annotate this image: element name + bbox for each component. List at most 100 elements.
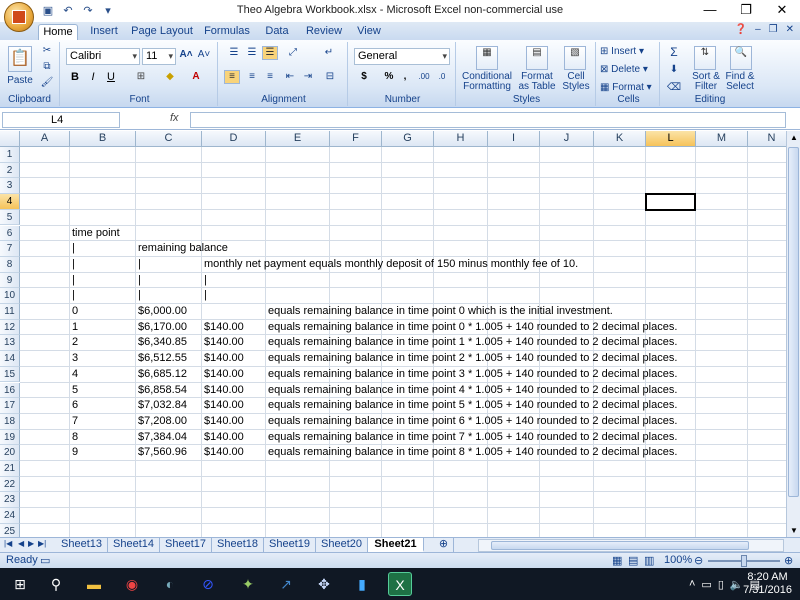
tab-formulas[interactable]: Formulas (200, 24, 254, 40)
cell-B20[interactable]: 9 (70, 445, 78, 460)
row-header-25[interactable]: 25 (0, 523, 20, 537)
network-icon[interactable]: ▭ (701, 578, 711, 591)
cell-C13[interactable]: $6,340.85 (136, 335, 187, 350)
delete-cells-button[interactable]: ⊠ Delete ▾ (600, 65, 656, 75)
cell-D12[interactable]: $140.00 (202, 320, 244, 335)
cell-C14[interactable]: $6,512.55 (136, 351, 187, 366)
cell-E20[interactable]: equals remaining balance in time point 8… (266, 445, 677, 460)
cell-B11[interactable]: 0 (70, 304, 78, 319)
select-all-corner[interactable] (0, 131, 20, 147)
row-header-8[interactable]: 8 (0, 256, 20, 273)
clear-icon[interactable]: ⌫ (666, 83, 682, 93)
app-icon-6[interactable]: ▮ (350, 572, 374, 596)
column-header-H[interactable]: H (434, 131, 488, 147)
row-header-6[interactable]: 6 (0, 225, 20, 242)
cell-D18[interactable]: $140.00 (202, 414, 244, 429)
row-header-13[interactable]: 13 (0, 335, 20, 352)
row-header-16[interactable]: 16 (0, 382, 20, 399)
cell-E11[interactable]: equals remaining balance in time point 0… (266, 304, 613, 319)
app-icon-1[interactable]: ◐ (158, 572, 182, 596)
ribbon-close-icon[interactable]: ✕ (786, 24, 794, 35)
format-painter-icon[interactable]: 🖌 (40, 78, 54, 88)
tab-page-layout[interactable]: Page Layout (130, 24, 194, 40)
power-icon[interactable]: ▯ (718, 578, 724, 591)
sheet-tab-sheet18[interactable]: Sheet18 (212, 538, 264, 552)
row-header-17[interactable]: 17 (0, 398, 20, 414)
sort-filter-button[interactable]: Sort & Filter (686, 72, 726, 92)
number-format-select[interactable]: General (354, 48, 450, 65)
column-header-J[interactable]: J (540, 131, 594, 147)
cell-B12[interactable]: 1 (70, 320, 78, 335)
merge-center-icon[interactable]: ⊟ (320, 72, 340, 82)
cell-B10[interactable]: | (70, 288, 75, 303)
page-break-view-icon[interactable]: ▥ (644, 554, 654, 567)
column-header-E[interactable]: E (266, 131, 330, 147)
borders-icon[interactable]: ⊞ (132, 72, 150, 82)
row-header-23[interactable]: 23 (0, 492, 20, 509)
grow-font-icon[interactable]: A˄ (178, 50, 194, 60)
cell-C12[interactable]: $6,170.00 (136, 320, 187, 335)
bold-button[interactable]: B (68, 72, 82, 83)
cell-E13[interactable]: equals remaining balance in time point 1… (266, 335, 677, 350)
column-header-I[interactable]: I (488, 131, 540, 147)
insert-function-icon[interactable]: fx (170, 112, 179, 124)
name-box[interactable]: L4 (2, 112, 120, 128)
cell-C15[interactable]: $6,685.12 (136, 367, 187, 382)
sheet-tab-sheet19[interactable]: Sheet19 (264, 538, 316, 552)
italic-button[interactable]: I (86, 72, 100, 83)
row-header-12[interactable]: 12 (0, 319, 20, 336)
percent-button[interactable]: % (382, 72, 396, 82)
cell-B18[interactable]: 7 (70, 414, 78, 429)
currency-button[interactable]: $ (356, 72, 372, 82)
volume-icon[interactable]: 🔈 (730, 578, 744, 591)
scroll-down-icon[interactable]: ▼ (790, 526, 798, 535)
cell-E15[interactable]: equals remaining balance in time point 3… (266, 367, 677, 382)
cell-E14[interactable]: equals remaining balance in time point 2… (266, 351, 677, 366)
paste-button[interactable]: Paste (4, 76, 36, 86)
cell-B7[interactable]: | (70, 241, 75, 256)
tray-expand-icon[interactable]: ˄ (689, 578, 695, 590)
shrink-font-icon[interactable]: A˅ (196, 50, 212, 60)
align-bottom-icon[interactable]: ☰ (262, 46, 278, 60)
macro-record-icon[interactable]: ▭ (40, 554, 50, 567)
row-header-2[interactable]: 2 (0, 162, 20, 179)
app-icon-4[interactable]: ↗ (274, 572, 298, 596)
cell-B16[interactable]: 5 (70, 383, 78, 398)
cell-D20[interactable]: $140.00 (202, 445, 244, 460)
row-header-4[interactable]: 4 (0, 194, 20, 210)
font-color-icon[interactable]: A (186, 72, 206, 82)
column-header-K[interactable]: K (594, 131, 646, 147)
minimize-button[interactable]: — (692, 0, 728, 22)
increase-indent-icon[interactable]: ⇥ (300, 72, 316, 82)
new-sheet-icon[interactable]: ⊕ (434, 538, 454, 552)
cell-E18[interactable]: equals remaining balance in time point 6… (266, 414, 677, 429)
fill-icon[interactable]: ⬇ (666, 65, 682, 75)
cell-E19[interactable]: equals remaining balance in time point 7… (266, 430, 677, 445)
find-select-icon[interactable]: 🔍 (730, 46, 752, 70)
column-header-B[interactable]: B (70, 131, 136, 147)
column-header-D[interactable]: D (202, 131, 266, 147)
horizontal-scroll-thumb[interactable] (491, 541, 749, 550)
underline-button[interactable]: U (104, 72, 118, 83)
tab-home[interactable]: Home (38, 24, 78, 40)
office-button[interactable] (4, 2, 34, 32)
cell-D8[interactable]: monthly net payment equals monthly depos… (202, 257, 578, 272)
last-sheet-icon[interactable]: ▶| (38, 539, 46, 548)
cell-B13[interactable]: 2 (70, 335, 78, 350)
format-cells-button[interactable]: ▦ Format ▾ (600, 83, 656, 93)
cell-D10[interactable]: | (202, 288, 207, 303)
cell-D15[interactable]: $140.00 (202, 367, 244, 382)
cell-B6[interactable]: time point (70, 226, 120, 241)
excel-taskbar-icon[interactable]: X (388, 572, 412, 596)
column-header-M[interactable]: M (696, 131, 748, 147)
windows-start-icon[interactable]: ⊞ (8, 572, 32, 596)
conditional-formatting-button[interactable]: Conditional Formatting (460, 72, 514, 92)
app-icon-5[interactable]: ✥ (312, 572, 336, 596)
cell-D16[interactable]: $140.00 (202, 383, 244, 398)
row-header-20[interactable]: 20 (0, 445, 20, 461)
paste-icon[interactable]: 📋 (8, 46, 32, 72)
cell-styles-icon[interactable]: ▧ (564, 46, 586, 70)
sheet-tab-sheet17[interactable]: Sheet17 (160, 538, 212, 552)
cell-D19[interactable]: $140.00 (202, 430, 244, 445)
column-header-F[interactable]: F (330, 131, 382, 147)
